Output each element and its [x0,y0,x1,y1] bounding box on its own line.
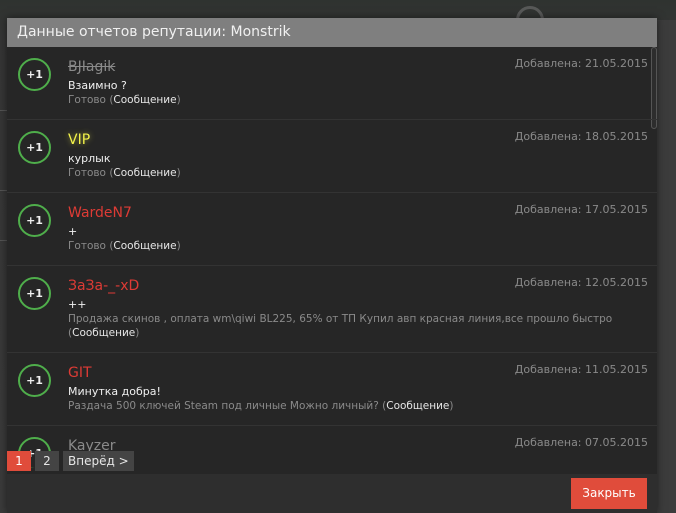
entry-status: Готово (Сообщение) [68,239,657,253]
score-badge: +1 [18,364,51,397]
message-link[interactable]: Сообщение [113,94,176,106]
page-button-1[interactable]: 1 [7,451,31,471]
list-item: +1 VIP Добавлена: 18.05.2015 курлык Гото… [7,120,657,193]
page-button-2[interactable]: 2 [35,451,59,471]
reputation-list[interactable]: +1 BJIagik Добавлена: 21.05.2015 Взаимно… [7,47,657,468]
status-text: ) [135,327,140,339]
list-item: +1 ЗаЗа-_-xD Добавлена: 12.05.2015 ++ Пр… [7,266,657,353]
entry-comment: ++ [68,298,87,311]
status-text: ) [176,240,181,252]
entry-status: Готово (Сообщение) [68,166,657,180]
message-link[interactable]: Сообщение [386,400,449,412]
score-badge: +1 [18,277,51,310]
message-link[interactable]: Сообщение [72,327,135,339]
status-text: Раздача 500 ключей Steam под личные Можн… [68,400,387,412]
score-badge: +1 [18,58,51,91]
message-link[interactable]: Сообщение [113,167,176,179]
entry-comment: Минутка добра! [68,385,161,398]
status-text: Готово ( [68,167,114,179]
entry-date: Добавлена: 21.05.2015 [514,57,648,70]
background-sidebar [656,20,676,513]
status-text: ) [176,167,181,179]
status-text: ) [176,94,181,106]
reputation-dialog: Данные отчетов репутации: Monstrik +1 BJ… [7,18,657,513]
score-badge: +1 [18,131,51,164]
pagination: 1 2 Вперёд > [7,451,134,471]
entry-date: Добавлена: 07.05.2015 [514,436,648,449]
entry-status: Раздача 500 ключей Steam под личные Можн… [68,399,657,413]
list-item: +1 GIT Добавлена: 11.05.2015 Минутка доб… [7,353,657,426]
message-link[interactable]: Сообщение [113,240,176,252]
status-text: ) [449,400,454,412]
dialog-footer: Закрыть [7,474,657,513]
entry-date: Добавлена: 17.05.2015 [514,203,648,216]
entry-comment: Взаимно ? [68,79,127,92]
list-item: +1 BJIagik Добавлена: 21.05.2015 Взаимно… [7,47,657,120]
entry-date: Добавлена: 11.05.2015 [514,363,648,376]
entry-status: Готово (Сообщение) [68,93,657,107]
score-badge: +1 [18,204,51,237]
entry-date: Добавлена: 18.05.2015 [514,130,648,143]
close-button[interactable]: Закрыть [571,478,647,509]
next-page-button[interactable]: Вперёд > [63,451,134,471]
status-text: Продажа скинов , оплата wm\qiwi BL225, 6… [68,313,613,339]
entry-status: Продажа скинов , оплата wm\qiwi BL225, 6… [68,312,657,340]
status-text: Готово ( [68,240,114,252]
entry-date: Добавлена: 12.05.2015 [514,276,648,289]
entry-comment: курлык [68,152,111,165]
status-text: Готово ( [68,94,114,106]
dialog-title: Данные отчетов репутации: Monstrik [7,18,657,47]
list-item: +1 WardeN7 Добавлена: 17.05.2015 + Готов… [7,193,657,266]
entry-comment: + [68,225,78,238]
